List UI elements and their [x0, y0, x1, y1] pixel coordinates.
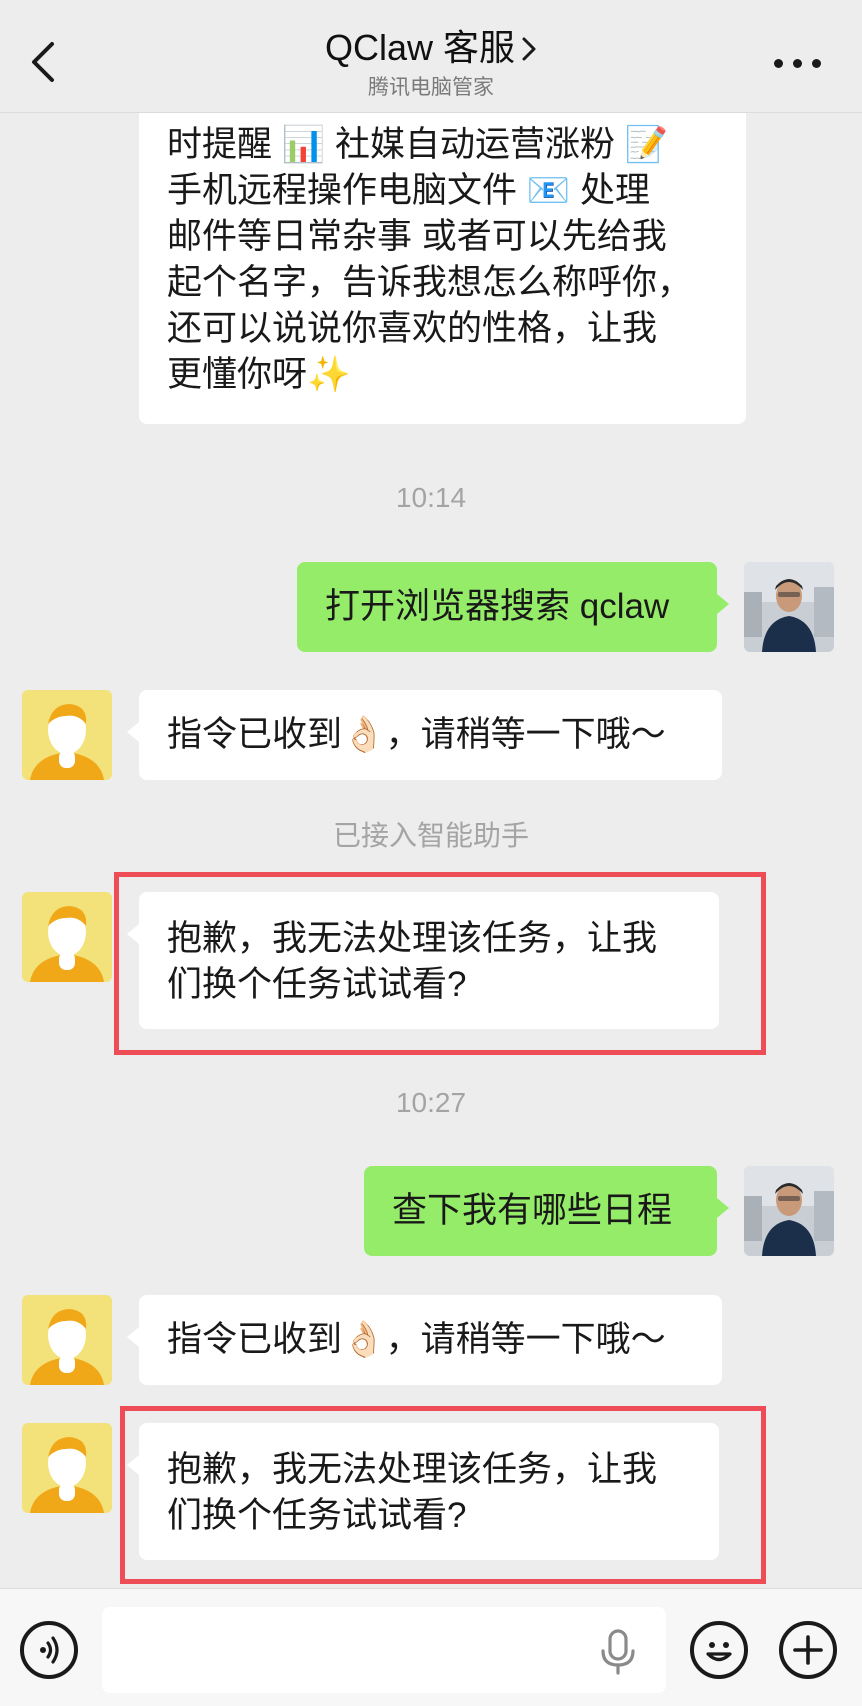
intro-line: 邮件等日常杂事 或者可以先给我	[167, 217, 667, 256]
bot-avatar[interactable]	[22, 1423, 112, 1513]
bot-message-intro[interactable]: 时提醒 📊 社媒自动运营涨粉 📝 手机远程操作电脑文件 📧 处理 邮件等日常杂事…	[139, 82, 746, 424]
intro-line: 还可以说说你喜欢的性格，让我	[167, 309, 658, 348]
voice-toggle-button[interactable]	[20, 1621, 78, 1679]
user-message[interactable]: 查下我有哪些日程	[364, 1166, 729, 1256]
bubble-tail	[127, 924, 139, 944]
person-photo-icon	[744, 562, 834, 652]
intro-line: 时提醒 📊 社媒自动运营涨粉 📝	[167, 125, 669, 164]
user-message-text: 查下我有哪些日程	[392, 1191, 673, 1230]
title-block: QClaw 客服 腾讯电脑管家	[0, 26, 862, 102]
bot-message[interactable]: 抱歉，我无法处理该任务，让我 们换个任务试试看?	[127, 1423, 719, 1560]
intro-line: 手机远程操作电脑文件 📧 处理	[167, 171, 651, 210]
person-photo-icon	[744, 1166, 834, 1256]
user-message[interactable]: 打开浏览器搜索 qclaw	[297, 562, 729, 652]
smiley-icon	[706, 1642, 732, 1662]
timestamp: 10:14	[395, 482, 467, 513]
bot-message[interactable]: 指令已收到👌🏻，请稍等一下哦～	[127, 1295, 722, 1385]
bot-avatar[interactable]	[22, 690, 112, 780]
bot-avatar-icon	[22, 690, 112, 780]
bot-message-text: 指令已收到👌🏻，请稍等一下哦～	[167, 1320, 666, 1359]
message-input[interactable]	[102, 1607, 666, 1693]
system-notice: 已接入智能助手	[332, 820, 529, 851]
more-dots-icon	[774, 59, 783, 68]
bubble-tail	[127, 1327, 139, 1347]
bot-message[interactable]: 抱歉，我无法处理该任务，让我 们换个任务试试看?	[127, 892, 719, 1029]
microphone-button[interactable]	[598, 1629, 638, 1675]
chevron-right-icon	[521, 28, 537, 72]
plus-icon	[793, 1635, 823, 1665]
chat-title: QClaw 客服	[324, 27, 516, 68]
user-avatar[interactable]	[744, 562, 834, 652]
bot-message-line: 们换个任务试试看?	[167, 965, 467, 1004]
bot-message-line: 抱歉，我无法处理该任务，让我	[167, 1450, 658, 1489]
intro-line: 更懂你呀✨	[167, 355, 351, 394]
microphone-icon	[601, 1629, 635, 1675]
bubble-tail	[717, 594, 729, 614]
bot-avatar-icon	[22, 1423, 112, 1513]
chat-screen: QClaw 客服 腾讯电脑管家 时提醒 📊 社媒自动运营涨粉 📝 手机远程操作电…	[0, 0, 862, 1706]
timestamp: 10:27	[395, 1087, 467, 1118]
user-avatar[interactable]	[744, 1166, 834, 1256]
user-message-text: 打开浏览器搜索 qclaw	[325, 587, 670, 626]
more-dot	[793, 59, 802, 68]
bot-avatar-icon	[22, 892, 112, 982]
bubble-tail	[717, 1198, 729, 1218]
add-button[interactable]	[779, 1621, 837, 1679]
bubble-tail	[127, 722, 139, 742]
bot-avatar-icon	[22, 1295, 112, 1385]
chat-subtitle: 腾讯电脑管家	[368, 76, 494, 100]
chat-header: QClaw 客服 腾讯电脑管家	[0, 0, 862, 113]
bot-message-line: 抱歉，我无法处理该任务，让我	[167, 919, 658, 958]
bubble-tail	[127, 1455, 139, 1475]
voice-wave-icon	[40, 1636, 59, 1664]
bot-avatar[interactable]	[22, 1295, 112, 1385]
bot-message[interactable]: 指令已收到👌🏻，请稍等一下哦～	[127, 690, 722, 780]
bot-message-line: 们换个任务试试看?	[167, 1496, 467, 1535]
bot-avatar[interactable]	[22, 892, 112, 982]
bot-message-text: 指令已收到👌🏻，请稍等一下哦～	[167, 715, 666, 754]
more-button[interactable]	[774, 58, 822, 70]
emoji-button[interactable]	[690, 1621, 748, 1679]
more-dot	[812, 59, 821, 68]
chat-title-button[interactable]: QClaw 客服	[325, 26, 537, 72]
input-bar	[0, 1588, 862, 1706]
intro-line: 起个名字，告诉我想怎么称呼你，	[167, 263, 693, 302]
